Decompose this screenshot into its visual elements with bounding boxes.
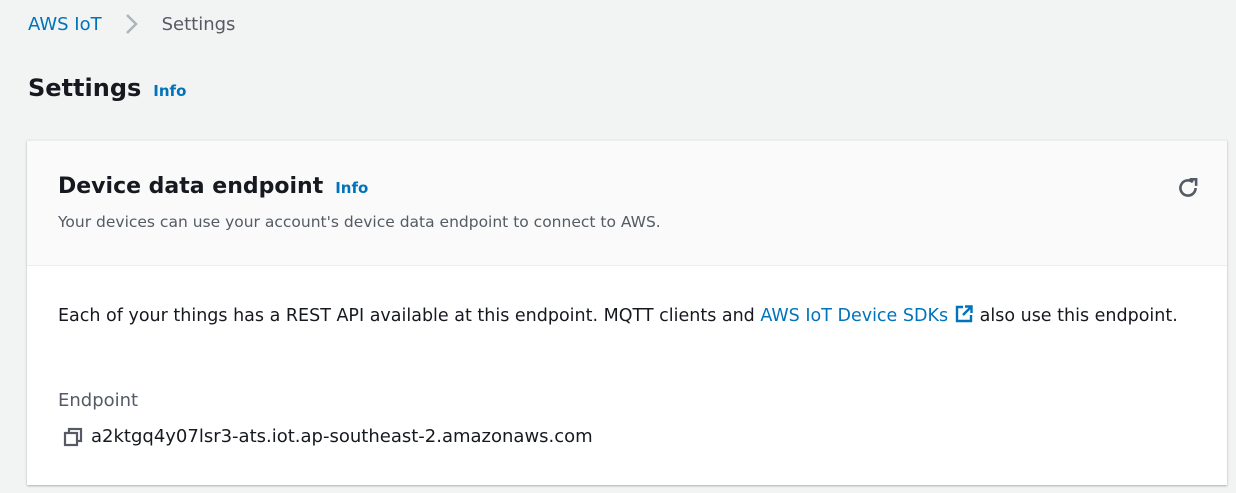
aws-iot-device-sdks-link[interactable]: AWS IoT Device SDKs (760, 305, 974, 326)
body-text-part: Each of your things has a REST API avail… (58, 306, 761, 326)
device-data-endpoint-card: Device data endpoint Info Your devices c… (27, 140, 1227, 485)
breadcrumb: AWS IoT Settings (28, 12, 235, 36)
endpoint-text: a2ktgq4y07lsr3-ats.iot.ap-southeast-2.am… (91, 426, 593, 447)
page-header: Settings Info (28, 74, 186, 102)
card-header: Device data endpoint Info Your devices c… (27, 141, 1227, 266)
card-info-link[interactable]: Info (335, 179, 368, 197)
refresh-icon[interactable] (1175, 175, 1201, 201)
breadcrumb-settings: Settings (161, 13, 236, 35)
page-title: Settings (28, 74, 142, 102)
copy-icon[interactable] (63, 427, 83, 447)
breadcrumb-aws-iot[interactable]: AWS IoT (28, 14, 102, 35)
endpoint-value: a2ktgq4y07lsr3-ats.iot.ap-southeast-2.am… (63, 426, 593, 447)
chevron-right-icon (125, 14, 138, 34)
endpoint-label: Endpoint (58, 390, 139, 411)
body-text-part: also use this endpoint. (974, 306, 1178, 326)
sdk-link-label: AWS IoT Device SDKs (760, 306, 949, 326)
page-info-link[interactable]: Info (153, 82, 186, 100)
external-link-icon (955, 305, 973, 323)
card-description: Your devices can use your account's devi… (58, 213, 661, 231)
card-title-text: Device data endpoint (58, 174, 324, 199)
card-body-text: Each of your things has a REST API avail… (58, 301, 1198, 332)
card-title: Device data endpoint Info (58, 174, 368, 199)
